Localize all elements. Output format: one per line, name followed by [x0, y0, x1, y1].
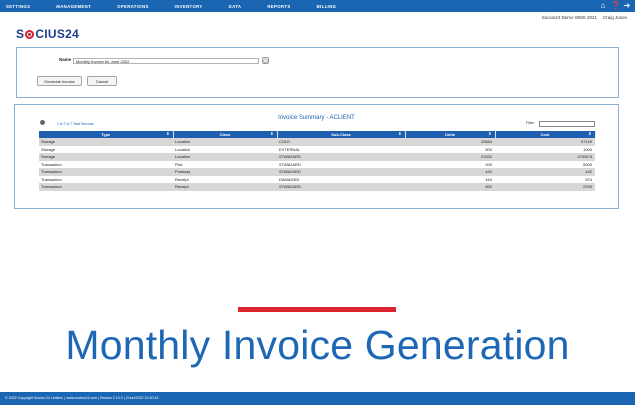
record-count: 1 to 7 of 7 Total Records — [57, 122, 94, 126]
sort-icon[interactable]: ⇕ — [398, 131, 401, 136]
cell-cost: 1000 — [495, 145, 595, 153]
cell-class: Location — [173, 153, 277, 161]
nav-icons: ⌂ ❓ ➜ — [595, 0, 631, 12]
menu-item-operations[interactable]: OPERATIONS — [117, 4, 149, 9]
cancel-button[interactable]: Cancel — [87, 76, 117, 86]
cell-units: 200 — [405, 160, 495, 168]
banner-title: Monthly Invoice Generation — [65, 322, 570, 368]
cell-sub-class: STANDARD — [277, 160, 405, 168]
home-icon[interactable]: ⌂ — [599, 0, 607, 12]
cell-type: Transaction — [39, 160, 173, 168]
menu-item-billing[interactable]: BILLING — [317, 4, 337, 9]
table-row[interactable]: Transaction Pick STANDARD 200 5000 — [39, 160, 595, 168]
help-icon[interactable]: ❓ — [611, 0, 621, 12]
filter-label: Filter — [526, 121, 535, 125]
cell-class: Putaway — [173, 168, 277, 176]
cell-class: Pick — [173, 160, 277, 168]
logo-text-right: CIUS24 — [35, 27, 80, 41]
filter-input[interactable] — [539, 121, 595, 127]
sort-icon[interactable]: ⇕ — [166, 131, 169, 136]
cell-sub-class: STANDARD — [277, 168, 405, 176]
logo-o-mark-icon — [25, 29, 35, 39]
sort-icon[interactable]: ⇕ — [488, 131, 491, 136]
cell-class: Receipt — [173, 175, 277, 183]
cell-type: Transaction — [39, 175, 173, 183]
sort-icon[interactable]: ⇕ — [588, 131, 591, 136]
cell-class: Location — [173, 145, 277, 153]
table-row[interactable]: Transaction Receipt DAMAGED 164 574 — [39, 175, 595, 183]
cell-units: 164 — [405, 175, 495, 183]
cell-type: Transaction — [39, 183, 173, 191]
top-navigation-bar: SETTINGS MANAGEMENT OPERATIONS INVENTORY… — [0, 0, 635, 12]
menu-item-settings[interactable]: SETTINGS — [6, 4, 30, 9]
menu-item-data[interactable]: DATA — [229, 4, 242, 9]
footer: © 2022 Copyright Socius 24 Limited. | ww… — [0, 392, 635, 405]
cell-cost: 442 — [495, 168, 595, 176]
cell-sub-class: DAMAGED — [277, 175, 405, 183]
cell-sub-class: STANDARD — [277, 183, 405, 191]
menu-item-management[interactable]: MANAGEMENT — [56, 4, 91, 9]
cell-units: 21532 — [405, 153, 495, 161]
invoice-form-panel: Name Monthly Invoice for June 2022 ◯ Gen… — [16, 47, 619, 98]
column-header-class[interactable]: Class ⇕ — [173, 131, 278, 138]
cell-type: Storage — [39, 153, 173, 161]
table-row[interactable]: Storage Location EXTERNAL 500 1000 — [39, 145, 595, 153]
instance-name: Socius24 Demo WMS 2021 — [541, 15, 597, 20]
user-info: Socius24 Demo WMS 2021 Craig Jones — [536, 15, 627, 20]
cell-cost: 97149 — [495, 138, 595, 146]
table-row[interactable]: Storage Location STANDARD 21532 47490.5 — [39, 153, 595, 161]
invoice-summary-table: Type ⇕ Class ⇕ Sub-Class ⇕ Units ⇕ Cost ⇕ Sto… — [39, 131, 596, 191]
cell-units: 22664 — [405, 138, 495, 146]
table-header-row: Type ⇕ Class ⇕ Sub-Class ⇕ Units ⇕ Cost ⇕ — [39, 131, 596, 138]
cell-type: Storage — [39, 145, 173, 153]
cell-cost: 574 — [495, 175, 595, 183]
logo-text-left: S — [16, 27, 25, 41]
socius24-logo[interactable]: S CIUS24 — [16, 27, 79, 41]
cell-units: 852 — [405, 183, 495, 191]
table-row[interactable]: Storage Location COLD 22664 97149 — [39, 138, 595, 146]
table-row[interactable]: Transaction Putaway STANDARD 442 442 — [39, 168, 595, 176]
generate-invoice-button[interactable]: Generate Invoice — [37, 76, 82, 86]
accent-divider — [238, 307, 396, 312]
column-header-type[interactable]: Type ⇕ — [39, 131, 174, 138]
cell-class: Receipt — [173, 183, 277, 191]
cell-cost: 47490.5 — [495, 153, 595, 161]
sort-icon[interactable]: ⇕ — [270, 131, 273, 136]
cell-units: 442 — [405, 168, 495, 176]
invoice-name-input[interactable]: Monthly Invoice for June 2022 — [73, 58, 259, 64]
menu-item-reports[interactable]: REPORTS — [267, 4, 290, 9]
cell-sub-class: EXTERNAL — [277, 145, 405, 153]
column-header-sub-class[interactable]: Sub-Class ⇕ — [277, 131, 406, 138]
column-header-cost[interactable]: Cost ⇕ — [495, 131, 596, 138]
cell-type: Transaction — [39, 168, 173, 176]
cell-cost: 5000 — [495, 160, 595, 168]
name-label: Name — [59, 57, 72, 62]
invoice-summary-panel: Invoice Summary - ACLIENT 1 to 7 of 7 To… — [14, 104, 619, 209]
cell-sub-class: STANDARD — [277, 153, 405, 161]
cell-type: Storage — [39, 138, 173, 146]
menu-item-inventory[interactable]: INVENTORY — [175, 4, 203, 9]
user-name[interactable]: Craig Jones — [603, 15, 627, 20]
table-row[interactable]: Transaction Receipt STANDARD 852 2209 — [39, 183, 595, 191]
cell-units: 500 — [405, 145, 495, 153]
logout-icon[interactable]: ➜ — [623, 0, 631, 12]
cell-class: Location — [173, 138, 277, 146]
collapse-toggle-icon[interactable] — [40, 120, 45, 125]
column-header-units[interactable]: Units ⇕ — [405, 131, 496, 138]
cell-sub-class: COLD — [277, 138, 405, 146]
cell-cost: 2209 — [495, 183, 595, 191]
name-lookup-icon[interactable]: ◯ — [262, 57, 269, 64]
main-menu: SETTINGS MANAGEMENT OPERATIONS INVENTORY… — [6, 0, 362, 12]
